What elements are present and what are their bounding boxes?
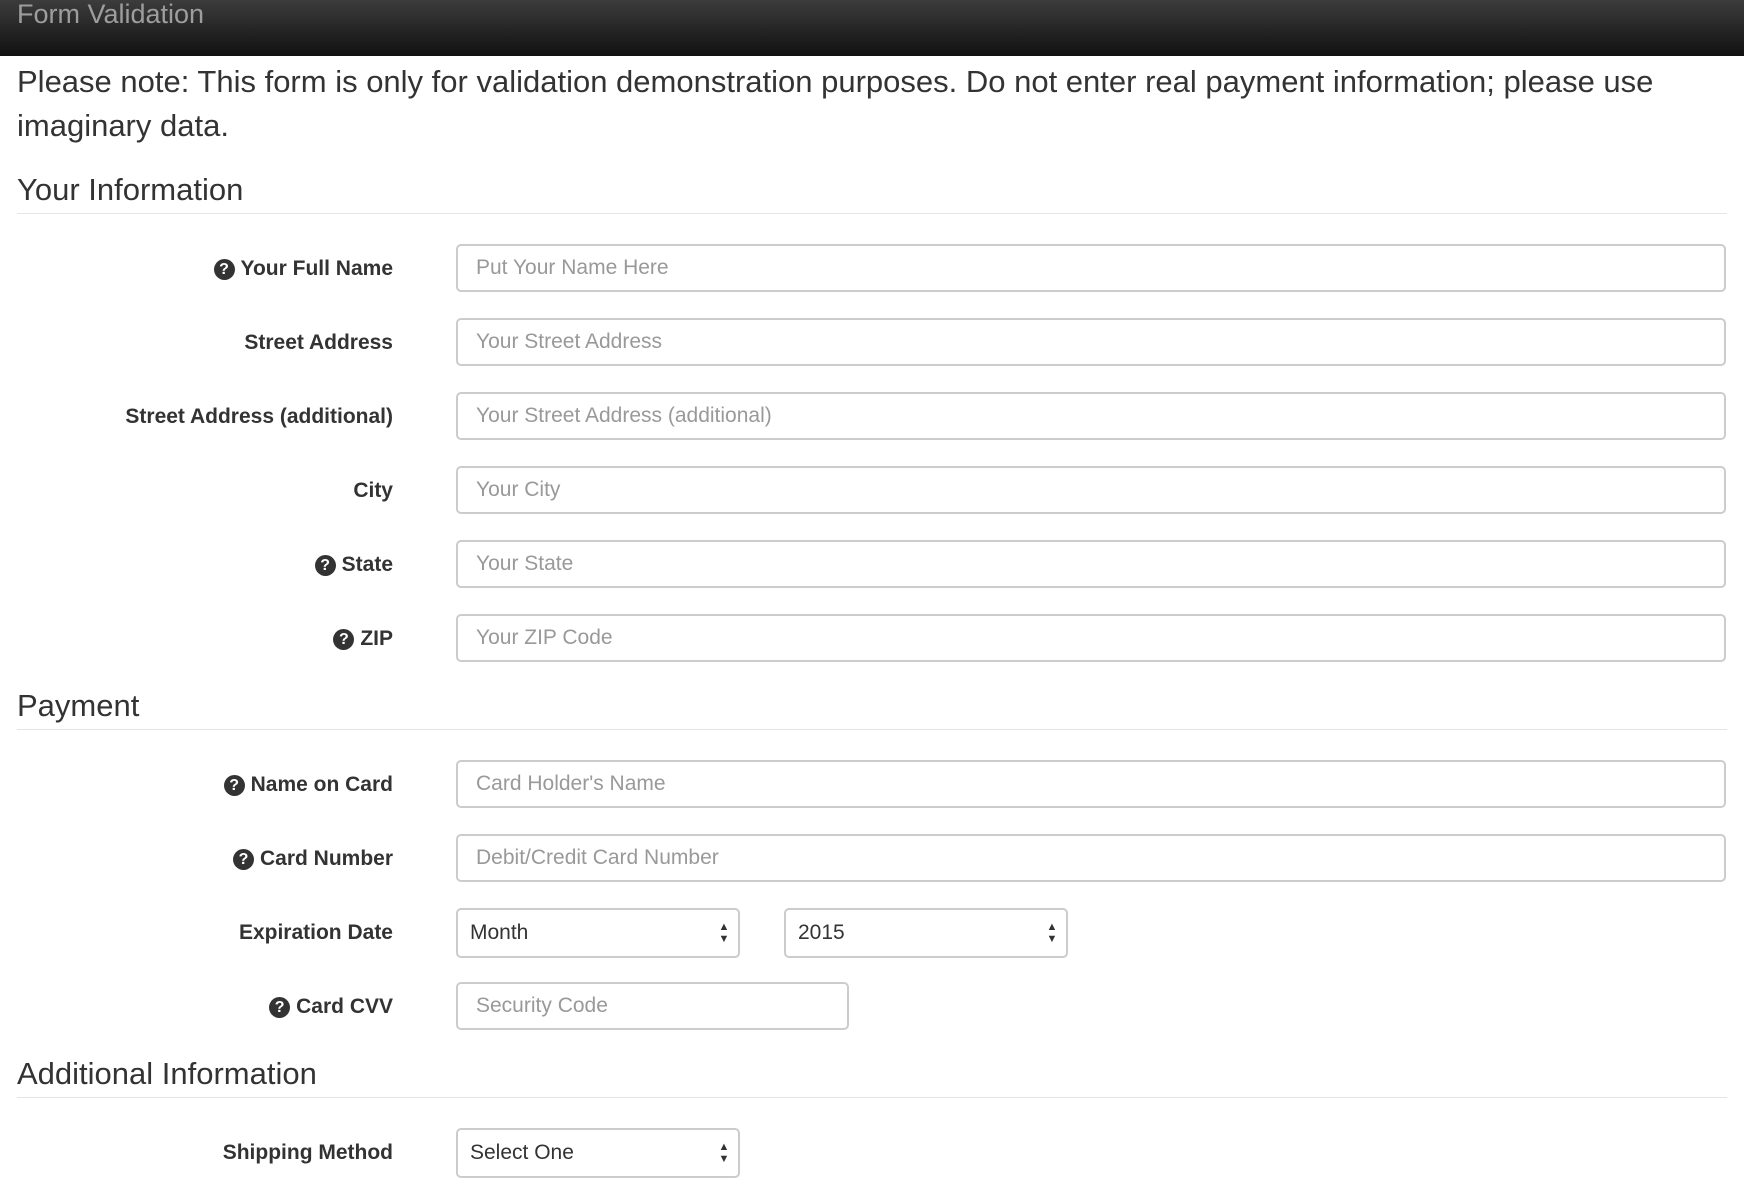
question-circle-icon[interactable]: ?	[269, 996, 291, 1018]
expiration-date-label-text: Expiration Date	[238, 921, 393, 944]
expiration-year-value: 2015	[798, 921, 845, 944]
card-cvv-input[interactable]	[456, 982, 849, 1030]
street-address-input[interactable]	[456, 318, 1726, 366]
up-down-arrows-icon: ▲ ▼	[718, 921, 730, 945]
up-down-arrows-icon: ▲ ▼	[1046, 921, 1058, 945]
card-name-input[interactable]	[456, 760, 1726, 808]
form-container: Please note: This form is only for valid…	[0, 56, 1744, 1202]
row-card-name: ? Name on Card	[17, 760, 1727, 834]
zip-input[interactable]	[456, 614, 1726, 662]
street-address-label-text: Street Address	[244, 331, 393, 354]
section-additional-information: Additional Information	[17, 1056, 1727, 1098]
card-name-label-text: Name on Card	[250, 773, 393, 796]
street-address-additional-label: Street Address (additional)	[125, 405, 393, 429]
full-name-label-text: Your Full Name	[240, 257, 393, 280]
navbar: Form Validation	[0, 0, 1744, 56]
street-address-additional-input[interactable]	[456, 392, 1726, 440]
question-circle-icon[interactable]: ?	[223, 774, 245, 796]
street-address-additional-label-text: Street Address (additional)	[125, 405, 393, 428]
card-number-input[interactable]	[456, 834, 1726, 882]
row-street-address: Street Address	[17, 318, 1727, 392]
row-state: ? State	[17, 540, 1727, 614]
row-full-name: ? Your Full Name	[17, 244, 1727, 318]
city-label: City	[353, 479, 393, 503]
card-name-label: ? Name on Card	[223, 773, 393, 797]
card-cvv-label: ? Card CVV	[269, 995, 393, 1019]
row-card-cvv: ? Card CVV	[17, 982, 1727, 1056]
state-label-text: State	[341, 553, 393, 576]
question-circle-icon[interactable]: ?	[333, 628, 355, 650]
up-down-arrows-icon: ▲ ▼	[718, 1141, 730, 1165]
city-label-text: City	[353, 479, 393, 502]
state-label: ? State	[314, 553, 393, 577]
zip-label-text: ZIP	[360, 627, 393, 650]
question-circle-icon[interactable]: ?	[232, 848, 254, 870]
city-input[interactable]	[456, 466, 1726, 514]
full-name-input[interactable]	[456, 244, 1726, 292]
shipping-method-label: Shipping Method	[223, 1141, 393, 1165]
row-card-number: ? Card Number	[17, 834, 1727, 908]
zip-label: ? ZIP	[333, 627, 393, 651]
row-street-address-additional: Street Address (additional)	[17, 392, 1727, 466]
expiration-year-select[interactable]: 2015 ▲ ▼	[784, 908, 1068, 958]
street-address-label: Street Address	[244, 331, 393, 355]
expiration-month-value: Month	[470, 921, 529, 944]
state-input[interactable]	[456, 540, 1726, 588]
full-name-label: ? Your Full Name	[213, 257, 393, 281]
expiration-month-select[interactable]: Month ▲ ▼	[456, 908, 740, 958]
card-number-label: ? Card Number	[232, 847, 393, 871]
disclaimer-note: Please note: This form is only for valid…	[17, 64, 1654, 143]
row-city: City	[17, 466, 1727, 540]
question-circle-icon[interactable]: ?	[213, 258, 235, 280]
expiration-date-label: Expiration Date	[239, 921, 393, 945]
section-payment: Payment	[17, 688, 1727, 730]
card-number-label-text: Card Number	[259, 847, 393, 870]
shipping-method-value: Select One	[470, 1141, 574, 1164]
shipping-method-label-text: Shipping Method	[222, 1141, 393, 1164]
question-circle-icon[interactable]: ?	[314, 554, 336, 576]
navbar-brand[interactable]: Form Validation	[17, 0, 204, 28]
row-zip: ? ZIP	[17, 614, 1727, 688]
card-cvv-label-text: Card CVV	[296, 995, 393, 1018]
row-expiration-date: Expiration Date Month ▲ ▼ 2015 ▲ ▼	[17, 908, 1727, 982]
row-shipping-method: Shipping Method Select One ▲ ▼	[17, 1128, 1727, 1202]
shipping-method-select[interactable]: Select One ▲ ▼	[456, 1128, 740, 1178]
section-your-information: Your Information	[17, 172, 1727, 214]
